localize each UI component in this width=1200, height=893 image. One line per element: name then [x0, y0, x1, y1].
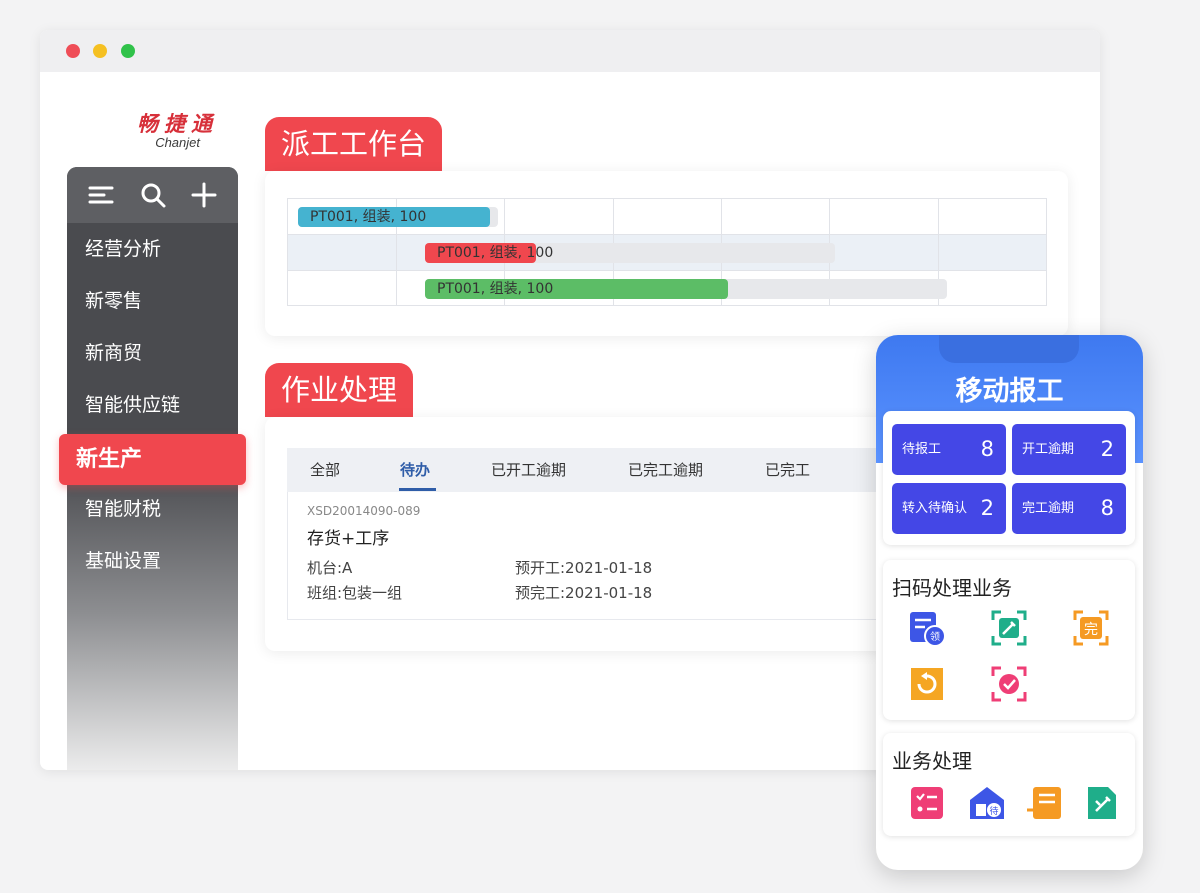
dispatch-gantt-card: PT001, 组装, 100 PT001, 组装, 100 PT001, 组装,… — [265, 171, 1068, 336]
order-plan-start: 预开工:2021-01-18 — [515, 559, 653, 577]
stat-value: 2 — [980, 496, 994, 520]
gantt-bar-label: PT001, 组装, 100 — [437, 245, 554, 261]
logo-english-text: Chanjet — [155, 135, 200, 150]
tab-completed[interactable]: 已完工 — [765, 448, 810, 492]
sidebar-menu: 经营分析 新零售 新商贸 智能供应链 智能财税 基础设置 — [67, 223, 238, 587]
scan-tool-icon[interactable] — [989, 608, 1029, 648]
tab-completed-overdue[interactable]: 已完工逾期 — [628, 448, 703, 492]
close-window-button[interactable] — [66, 44, 80, 58]
transfer-icon[interactable] — [1025, 783, 1065, 823]
sidebar-item-business-analysis[interactable]: 经营分析 — [67, 223, 238, 275]
work-order-item[interactable]: XSD20014090-089 存货+工序 机台:A 预开工:2021-01-1… — [287, 492, 907, 620]
sidebar-item-smart-supply-chain[interactable]: 智能供应链 — [67, 379, 238, 431]
pick-material-icon[interactable]: 领 — [907, 608, 947, 648]
task-list-icon[interactable] — [907, 783, 947, 823]
order-machine: 机台:A — [307, 559, 353, 577]
chanjet-logo: 畅捷通 Chanjet — [98, 112, 218, 150]
gantt-chart: PT001, 组装, 100 PT001, 组装, 100 PT001, 组装,… — [287, 198, 1047, 306]
sidebar-item-basic-settings[interactable]: 基础设置 — [67, 535, 238, 587]
stat-label: 开工逾期 — [1022, 442, 1075, 457]
phone-notch — [939, 335, 1079, 363]
scan-complete-icon[interactable]: 完 — [1071, 608, 1111, 648]
scan-confirm-icon[interactable] — [989, 664, 1029, 704]
stat-start-overdue[interactable]: 开工逾期 2 — [1012, 424, 1126, 475]
report-file-icon[interactable] — [1082, 783, 1122, 823]
tab-todo[interactable]: 待办 — [400, 448, 430, 492]
sidebar-toolbar — [67, 167, 238, 223]
gantt-task-bar[interactable]: PT001, 组装, 100 — [298, 207, 498, 227]
stat-pending-confirm[interactable]: 转入待确认 2 — [892, 483, 1006, 534]
gantt-bar-label: PT001, 组装, 100 — [310, 209, 427, 225]
scan-complete-badge: 完 — [1084, 622, 1098, 638]
return-icon[interactable] — [907, 664, 947, 704]
work-section-title: 作业处理 — [265, 363, 414, 417]
mobile-page-title: 移动报工 — [955, 376, 1064, 407]
sidebar-item-new-production[interactable]: 新生产 — [59, 434, 246, 485]
active-tab-indicator — [399, 488, 436, 491]
maximize-window-button[interactable] — [121, 44, 135, 58]
warehouse-badge: 待 — [989, 805, 998, 817]
sidebar-item-smart-finance-tax[interactable]: 智能财税 — [67, 483, 238, 535]
order-title: 存货+工序 — [307, 529, 390, 549]
plus-icon[interactable] — [189, 180, 219, 210]
gantt-task-bar[interactable]: PT001, 组装, 100 — [425, 279, 947, 299]
stat-label: 转入待确认 — [902, 501, 968, 516]
gantt-task-bar[interactable]: PT001, 组装, 100 — [425, 243, 835, 263]
stat-value: 2 — [1100, 437, 1114, 461]
stat-label: 完工逾期 — [1022, 501, 1075, 516]
stats-card: 待报工 8 开工逾期 2 转入待确认 2 完工逾期 8 — [883, 411, 1135, 545]
tab-all[interactable]: 全部 — [310, 448, 340, 492]
stat-complete-overdue[interactable]: 完工逾期 8 — [1012, 483, 1126, 534]
business-section-title: 业务处理 — [892, 749, 972, 773]
stat-pending-report[interactable]: 待报工 8 — [892, 424, 1006, 475]
scan-section-title: 扫码处理业务 — [892, 576, 1012, 600]
sidebar-item-new-commerce[interactable]: 新商贸 — [67, 327, 238, 379]
order-plan-end: 预完工:2021-01-18 — [515, 584, 653, 602]
stat-value: 8 — [1100, 496, 1114, 520]
search-icon[interactable] — [138, 180, 168, 210]
order-number: XSD20014090-089 — [307, 504, 421, 518]
title-bar — [40, 30, 1100, 72]
minimize-window-button[interactable] — [93, 44, 107, 58]
business-processing-card: 业务处理 待 — [883, 733, 1135, 836]
warehouse-icon[interactable]: 待 — [967, 783, 1007, 823]
scan-business-card: 扫码处理业务 领 完 — [883, 560, 1135, 720]
dispatch-section-title: 派工工作台 — [265, 117, 443, 171]
logo-chinese-text: 畅捷通 — [137, 111, 218, 136]
sidebar-item-new-retail[interactable]: 新零售 — [67, 275, 238, 327]
order-team: 班组:包装一组 — [307, 584, 403, 602]
mobile-report-phone: 移动报工 待报工 8 开工逾期 2 转入待确认 2 完工逾期 8 扫码处理业务 … — [876, 335, 1143, 870]
pick-material-badge: 领 — [930, 630, 940, 643]
menu-icon[interactable] — [87, 180, 117, 210]
stat-label: 待报工 — [902, 442, 942, 457]
gantt-bar-label: PT001, 组装, 100 — [437, 281, 554, 297]
stat-value: 8 — [980, 437, 994, 461]
work-tabs: 全部 待办 已开工逾期 已完工逾期 已完工 — [287, 448, 907, 492]
tab-started-overdue[interactable]: 已开工逾期 — [491, 448, 566, 492]
